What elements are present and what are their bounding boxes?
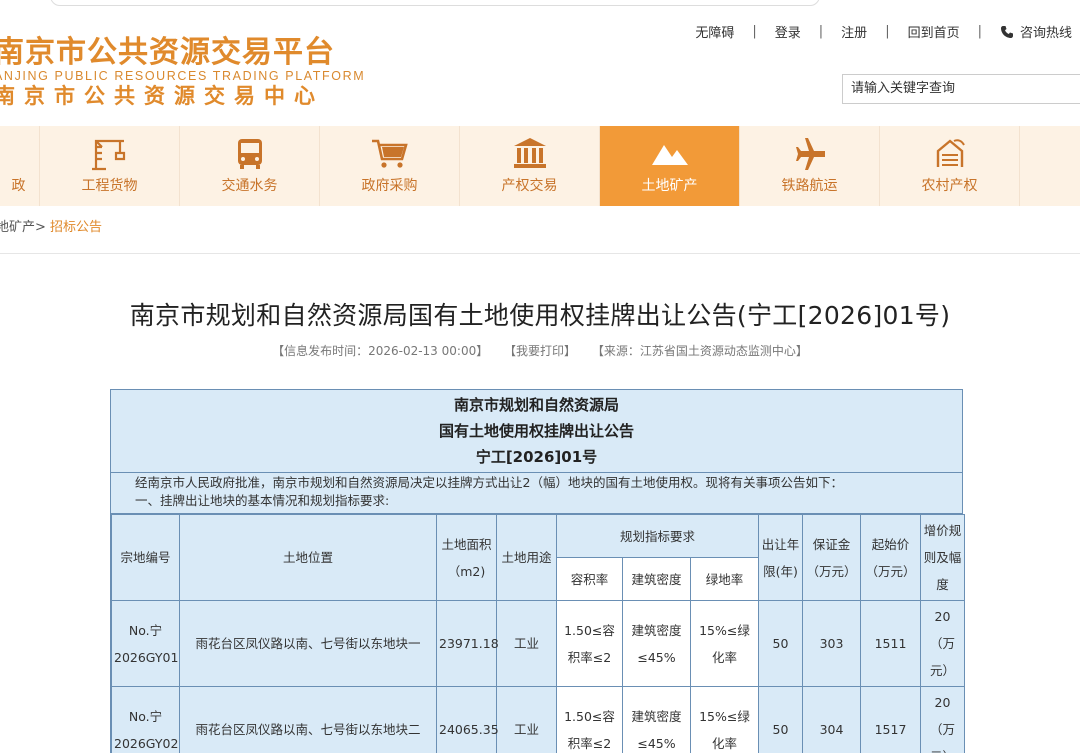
header-increment: 增价规则及幅度 bbox=[920, 514, 965, 601]
header-area: 土地面积（m2) bbox=[436, 514, 497, 601]
header-far: 容积率 bbox=[556, 557, 623, 601]
nav-item-rural[interactable]: 农村产权 bbox=[880, 126, 1020, 206]
doc-head-line3: 宁工[2026]01号 bbox=[475, 448, 598, 466]
announcement-document: 南京市规划和自然资源局 国有土地使用权挂牌出让公告 宁工[2026]01号 经南… bbox=[110, 389, 965, 753]
cell-far: 1.50≤容积率≤2 bbox=[556, 600, 623, 687]
cell-location: 雨花台区凤仪路以南、七号街以东地块一 bbox=[179, 600, 437, 687]
search-input[interactable]: 请输入关键字查询 bbox=[842, 74, 1080, 104]
hotline-link[interactable]: 咨询热线 bbox=[1000, 22, 1072, 41]
separator: | bbox=[818, 24, 824, 39]
doc-head-line2: 国有土地使用权挂牌出让公告 bbox=[438, 422, 634, 440]
cell-deposit: 303 bbox=[802, 600, 861, 687]
nav-label: 铁路航运 bbox=[781, 178, 838, 194]
crane-icon bbox=[91, 139, 125, 171]
nav-label: 工程货物 bbox=[81, 178, 138, 194]
hotline-label: 咨询热线 bbox=[1019, 26, 1072, 41]
mountain-icon bbox=[651, 145, 688, 165]
separator: | bbox=[885, 24, 890, 39]
nav-item-procurement[interactable]: 政府采购 bbox=[320, 126, 460, 206]
print-link[interactable]: 【我要打印】 bbox=[504, 344, 576, 358]
breadcrumb-parent[interactable]: 地矿产> bbox=[0, 220, 46, 235]
doc-head-line1: 南京市规划和自然资源局 bbox=[453, 396, 619, 414]
nav-label: 农村产权 bbox=[921, 178, 978, 194]
nav-item-land[interactable]: 土地矿产 bbox=[600, 126, 740, 206]
bus-icon bbox=[237, 139, 262, 169]
nav-item-transport[interactable]: 交通水务 bbox=[180, 126, 320, 206]
accessibility-link[interactable]: 无障碍 bbox=[695, 22, 734, 41]
intro-paragraph: 经南京市人民政府批准，南京市规划和自然资源局决定以挂牌方式出让2（幅）地块的国有… bbox=[135, 475, 843, 490]
nav-item-property[interactable]: 产权交易 bbox=[460, 126, 600, 206]
nav-item-more[interactable] bbox=[1020, 126, 1080, 206]
header-term: 出让年限(年) bbox=[758, 514, 803, 601]
publish-time: 【信息发布时间：2026-02-13 00:00】 bbox=[272, 344, 489, 358]
cell-area: 23971.18 bbox=[436, 600, 499, 687]
nav-label: 政 bbox=[11, 178, 26, 194]
logo-title: 南京市公共资源交易平台 bbox=[0, 35, 335, 70]
cell-term: 50 bbox=[758, 600, 803, 687]
cell-location: 雨花台区凤仪路以南、七号街以东地块二 bbox=[179, 686, 437, 753]
page-title: 南京市规划和自然资源局国有土地使用权挂牌出让公告(宁工[2026]01号) bbox=[129, 301, 951, 330]
header-use: 土地用途 bbox=[496, 514, 557, 601]
cell-term: 50 bbox=[758, 686, 803, 753]
header-code: 宗地编号 bbox=[111, 514, 180, 601]
breadcrumb: 地矿产> 招标公告 bbox=[0, 216, 102, 235]
nav-item-government[interactable]: 政 bbox=[0, 126, 40, 206]
cell-density: 建筑密度≤45% bbox=[622, 600, 691, 687]
cell-start-price: 1511 bbox=[860, 600, 921, 687]
top-links: 无障碍 | 登录 | 注册 | 回到首页 | 咨询热线 bbox=[695, 22, 1072, 41]
page: 南京市公共资源交易平台 ANJING PUBLIC RESOURCES TRAD… bbox=[0, 0, 1080, 753]
document-intro: 经南京市人民政府批准，南京市规划和自然资源局决定以挂牌方式出让2（幅）地块的国有… bbox=[111, 473, 962, 514]
intro-section-title: 一、挂牌出让地块的基本情况和规划指标要求: bbox=[135, 493, 390, 508]
logo-subtitle: 南京市公共资源交易中心 bbox=[0, 83, 324, 108]
farm-icon bbox=[936, 139, 965, 167]
main-nav: 政 工程货物 交通水务 政府采购 产权交易 土地矿产 铁路航运 农村产权 bbox=[0, 126, 1080, 206]
document-heading: 南京市规划和自然资源局 国有土地使用权挂牌出让公告 宁工[2026]01号 bbox=[111, 390, 962, 473]
cell-increment: 20（万元） bbox=[920, 600, 965, 687]
cell-start-price: 1517 bbox=[860, 686, 921, 753]
table-header-row: 宗地编号 土地位置 土地面积（m2) 土地用途 规划指标要求 出让年限(年) 保… bbox=[111, 514, 965, 601]
cell-far: 1.50≤容积率≤2 bbox=[556, 686, 623, 753]
header-start-price: 起始价（万元） bbox=[860, 514, 921, 601]
table-row: No.宁2026GY02 雨花台区凤仪路以南、七号街以东地块二 24065.35… bbox=[111, 686, 965, 753]
separator: | bbox=[752, 24, 757, 39]
source-text: 【来源：江苏省国土资源动态监测中心】 bbox=[591, 344, 808, 358]
header-location: 土地位置 bbox=[179, 514, 437, 601]
nav-label: 交通水务 bbox=[221, 178, 278, 194]
cell-code: No.宁2026GY01 bbox=[111, 600, 180, 687]
home-link[interactable]: 回到首页 bbox=[908, 22, 960, 41]
plane-icon bbox=[795, 138, 825, 170]
article-meta: 【信息发布时间：2026-02-13 00:00】 【我要打印】 【来源：江苏省… bbox=[0, 342, 1080, 359]
cell-code: No.宁2026GY02 bbox=[111, 686, 180, 753]
cart-icon bbox=[371, 139, 408, 168]
logo-english: ANJING PUBLIC RESOURCES TRADING PLATFORM bbox=[0, 69, 366, 83]
table-row: No.宁2026GY01 雨花台区凤仪路以南、七号街以东地块一 23971.18… bbox=[111, 600, 965, 687]
top-search-bar[interactable] bbox=[50, 0, 820, 6]
cell-green: 15%≤绿化率 bbox=[690, 600, 759, 687]
header-green: 绿地率 bbox=[690, 557, 759, 601]
site-logo[interactable]: 南京市公共资源交易平台 ANJING PUBLIC RESOURCES TRAD… bbox=[0, 35, 366, 109]
nav-label: 土地矿产 bbox=[641, 178, 698, 194]
breadcrumb-current[interactable]: 招标公告 bbox=[50, 220, 102, 235]
header-plan: 规划指标要求 bbox=[556, 514, 759, 558]
cell-deposit: 304 bbox=[802, 686, 861, 753]
nav-item-engineering[interactable]: 工程货物 bbox=[40, 126, 180, 206]
header-deposit: 保证金（万元） bbox=[802, 514, 861, 601]
cell-use: 工业 bbox=[496, 686, 557, 753]
cell-density: 建筑密度≤45% bbox=[622, 686, 691, 753]
separator: | bbox=[977, 24, 982, 39]
cell-use: 工业 bbox=[496, 600, 557, 687]
bank-icon bbox=[513, 138, 546, 168]
cell-green: 15%≤绿化率 bbox=[690, 686, 759, 753]
nav-label: 政府采购 bbox=[361, 178, 418, 194]
cell-increment: 20（万元） bbox=[920, 686, 965, 753]
header-density: 建筑密度 bbox=[622, 557, 691, 601]
nav-label: 产权交易 bbox=[501, 178, 558, 194]
cell-area: 24065.35 bbox=[436, 686, 499, 753]
phone-icon bbox=[1000, 26, 1013, 38]
login-link[interactable]: 登录 bbox=[775, 22, 801, 41]
divider bbox=[0, 253, 1080, 254]
land-table: 宗地编号 土地位置 土地面积（m2) 土地用途 规划指标要求 出让年限(年) 保… bbox=[111, 514, 965, 753]
register-link[interactable]: 注册 bbox=[841, 22, 867, 41]
nav-item-railway[interactable]: 铁路航运 bbox=[740, 126, 880, 206]
